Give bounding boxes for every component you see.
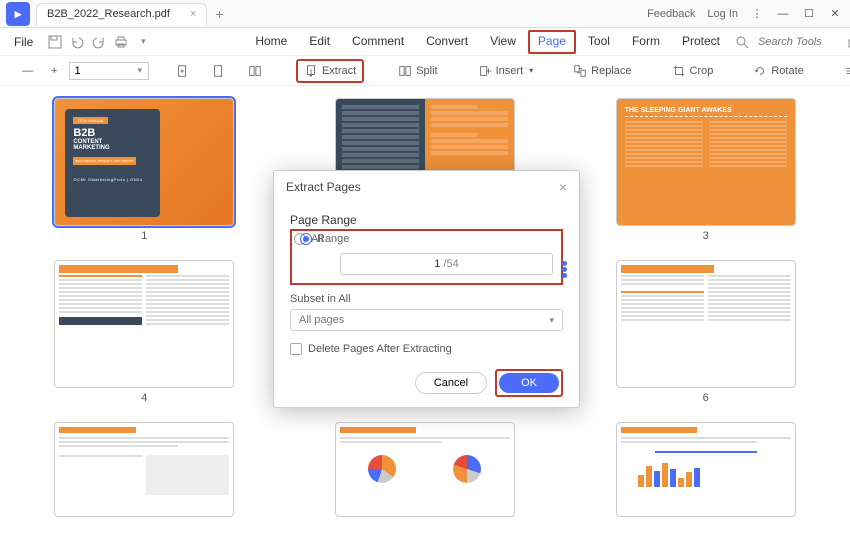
subset-select[interactable]: All pages▾ — [290, 309, 563, 331]
page-thumbnail-6[interactable] — [616, 260, 796, 388]
more-button[interactable]: More▾ — [838, 61, 850, 81]
ok-button[interactable]: OK — [499, 373, 559, 393]
subset-label: Subset in All — [290, 293, 563, 305]
zoom-out-button[interactable]: — — [16, 62, 39, 80]
minimize-icon[interactable]: — — [776, 7, 790, 21]
radio-range[interactable]: Range — [300, 233, 349, 245]
cancel-button[interactable]: Cancel — [415, 372, 487, 394]
delete-after-label: Delete Pages After Extracting — [308, 343, 452, 355]
dialog-close-icon[interactable]: × — [559, 179, 567, 195]
page-thumbnail-1[interactable]: 12TH ANNUAL B2B CONTENT MARKETING BENCHM… — [54, 98, 234, 226]
redo-icon[interactable] — [91, 34, 107, 50]
extract-button[interactable]: Extract — [296, 59, 364, 83]
page-thumbnail-9[interactable] — [616, 422, 796, 517]
thumb-label-6: 6 — [703, 392, 709, 404]
page-layout-1-button[interactable] — [206, 61, 232, 81]
page-layout-2-button[interactable] — [242, 61, 268, 81]
menu-page[interactable]: Page — [528, 30, 576, 54]
search-icon — [734, 34, 750, 50]
delete-after-checkbox[interactable] — [290, 343, 302, 355]
dialog-title: Extract Pages — [286, 180, 361, 194]
document-tab[interactable]: B2B_2022_Research.pdf × — [36, 3, 207, 25]
zoom-in-button[interactable]: + — [45, 62, 63, 80]
page-thumbnail-3[interactable]: THE SLEEPING GIANT AWAKES — [616, 98, 796, 226]
app-icon: ▸ — [6, 2, 30, 26]
rotate-button[interactable]: Rotate — [747, 61, 809, 81]
crop-button[interactable]: Crop — [666, 61, 720, 81]
file-menu[interactable]: File — [8, 33, 39, 51]
close-icon[interactable]: ✕ — [828, 7, 842, 21]
undo-icon[interactable] — [69, 34, 85, 50]
share-icon[interactable] — [846, 34, 850, 50]
save-icon[interactable] — [47, 34, 63, 50]
thumb-label-3: 3 — [703, 230, 709, 242]
thumb-label-4: 4 — [141, 392, 147, 404]
menu-comment[interactable]: Comment — [342, 30, 414, 54]
menu-convert[interactable]: Convert — [416, 30, 478, 54]
menu-view[interactable]: View — [480, 30, 526, 54]
split-button[interactable]: Split — [392, 61, 443, 81]
page-thumbnail-8[interactable] — [335, 422, 515, 517]
insert-button[interactable]: Insert▾ — [472, 61, 540, 81]
menu-home[interactable]: Home — [245, 30, 297, 54]
extract-pages-dialog: Extract Pages × Page Range All Range 1 /… — [273, 170, 580, 408]
new-tab-button[interactable]: + — [215, 6, 223, 22]
maximize-icon[interactable]: ☐ — [802, 7, 816, 21]
page-range-input[interactable]: 1 /54 — [340, 253, 553, 275]
menu-edit[interactable]: Edit — [299, 30, 340, 54]
page-range-label: Page Range — [290, 213, 563, 227]
login-link[interactable]: Log In — [707, 8, 738, 20]
page-insert-blank-button[interactable] — [170, 61, 196, 81]
search-input[interactable] — [758, 36, 838, 48]
menu-tool[interactable]: Tool — [578, 30, 620, 54]
replace-button[interactable]: Replace — [567, 61, 637, 81]
tab-close-icon[interactable]: × — [190, 8, 196, 20]
tab-title: B2B_2022_Research.pdf — [47, 8, 170, 20]
kebab-menu-icon[interactable]: ⋮ — [750, 7, 764, 21]
menu-protect[interactable]: Protect — [672, 30, 730, 54]
menu-form[interactable]: Form — [622, 30, 670, 54]
thumb-label-1: 1 — [141, 230, 147, 242]
quick-caret-icon[interactable]: ▾ — [135, 34, 151, 50]
page-thumbnail-4[interactable] — [54, 260, 234, 388]
page-dropdown-icon[interactable]: ▾ — [137, 65, 142, 76]
feedback-link[interactable]: Feedback — [647, 8, 695, 20]
page-thumbnail-7[interactable] — [54, 422, 234, 517]
print-icon[interactable] — [113, 34, 129, 50]
